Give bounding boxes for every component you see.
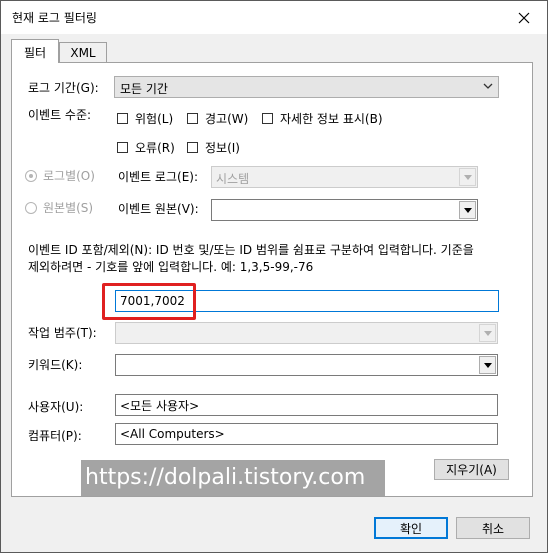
dropdown-arrow-icon [483, 362, 492, 368]
event-id-input-box[interactable] [115, 290, 499, 312]
event-id-input[interactable] [116, 291, 498, 311]
information-checkbox[interactable]: 정보(I) [187, 139, 240, 156]
tab-filter-label: 필터 [23, 46, 47, 60]
event-log-dropdown[interactable]: 시스템 [211, 166, 478, 188]
computer-input[interactable] [116, 424, 497, 444]
event-log-label: 이벤트 로그(E): [118, 170, 199, 184]
user-input-box[interactable] [115, 394, 498, 416]
tab-filter[interactable]: 필터 [11, 39, 59, 63]
tab-xml[interactable]: XML [59, 42, 107, 63]
task-category-label: 작업 범주(T): [28, 326, 97, 340]
error-checkbox[interactable]: 오류(R) [117, 139, 175, 156]
event-log-value: 시스템 [216, 172, 250, 186]
critical-checkbox[interactable]: 위험(L) [117, 110, 173, 127]
ok-button[interactable]: 확인 [374, 517, 448, 539]
radio-circle [25, 169, 37, 182]
dialog-title: 현재 로그 필터링 [12, 11, 97, 25]
chevron-down-icon [483, 80, 493, 94]
computer-input-box[interactable] [115, 423, 498, 445]
warning-checkbox[interactable]: 경고(W) [187, 110, 248, 127]
log-period-value: 모든 기간 [120, 82, 168, 96]
event-level-label: 이벤트 수준: [28, 108, 92, 122]
dropdown-button [479, 324, 496, 342]
critical-label: 위험(L) [135, 112, 174, 126]
event-source-dropdown[interactable] [211, 199, 478, 221]
checkbox-box [117, 142, 128, 153]
checkbox-box [262, 113, 273, 124]
by-source-radio[interactable]: 원본별(S) [25, 199, 93, 216]
log-period-dropdown[interactable]: 모든 기간 [114, 76, 499, 98]
by-log-label: 로그별(O) [43, 169, 95, 183]
verbose-label: 자세한 정보 표시(B) [280, 112, 383, 126]
event-id-description-1: 이벤트 ID 포함/제외(N): ID 번호 및/또는 ID 범위를 쉼표로 구… [28, 243, 474, 257]
information-label: 정보(I) [205, 141, 240, 155]
dropdown-arrow-icon [463, 174, 472, 180]
dropdown-arrow-icon [463, 207, 472, 213]
user-label: 사용자(U): [28, 400, 84, 414]
dropdown-button [459, 168, 476, 186]
by-log-radio[interactable]: 로그별(O) [25, 167, 95, 184]
task-category-dropdown[interactable] [115, 322, 498, 344]
checkbox-box [187, 113, 198, 124]
close-icon [518, 12, 530, 23]
event-source-label: 이벤트 원본(V): [118, 202, 199, 216]
title-bar: 현재 로그 필터링 [1, 1, 547, 34]
radio-circle [25, 201, 37, 214]
keywords-label: 키워드(K): [28, 358, 83, 372]
tab-xml-label: XML [70, 46, 96, 60]
log-period-label: 로그 기간(G): [28, 81, 99, 95]
checkbox-box [117, 113, 128, 124]
verbose-checkbox[interactable]: 자세한 정보 표시(B) [262, 110, 383, 127]
computer-label: 컴퓨터(P): [28, 429, 82, 443]
dropdown-arrow-icon [483, 330, 492, 336]
checkbox-box [187, 142, 198, 153]
by-source-label: 원본별(S) [43, 201, 94, 215]
watermark: https://dolpali.tistory.com [81, 460, 385, 496]
filter-dialog: 현재 로그 필터링 필터 XML 로그 기간(G): 모든 기간 이벤트 수준:… [0, 0, 548, 553]
keywords-dropdown[interactable] [115, 354, 498, 376]
user-input[interactable] [116, 395, 497, 415]
dropdown-button [479, 356, 496, 374]
error-label: 오류(R) [135, 141, 175, 155]
close-button[interactable] [501, 1, 547, 34]
cancel-button[interactable]: 취소 [456, 517, 530, 539]
event-id-description-2: 제외하려면 - 기호를 앞에 입력합니다. 예: 1,3,5-99,-76 [28, 260, 314, 274]
dropdown-button [459, 201, 476, 219]
warning-label: 경고(W) [205, 112, 249, 126]
clear-button[interactable]: 지우기(A) [434, 459, 509, 480]
